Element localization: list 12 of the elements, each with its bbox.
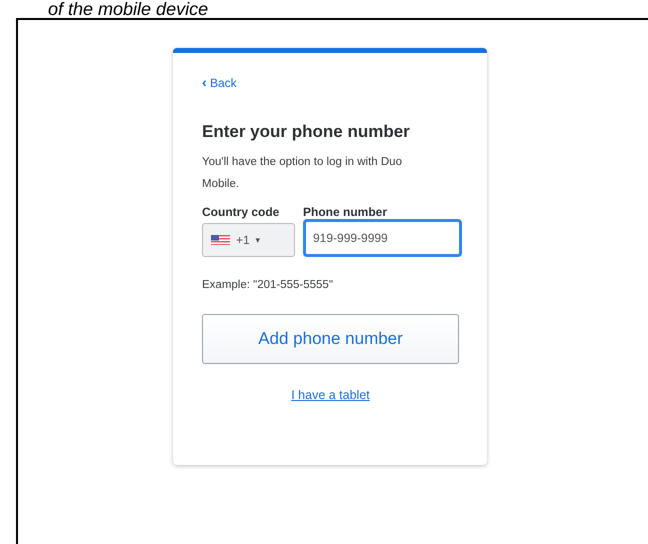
field-label: Country code [202,205,280,219]
caption-text: of the mobile device [47,0,210,18]
field-label: Phone number [303,205,388,219]
flag-icon [211,235,230,245]
country-select[interactable]: +1 ▾ [202,223,295,257]
back-link[interactable]: ‹ Back [202,74,237,90]
example-text: Example: "201-555-5555" [202,279,334,291]
add-phone-button[interactable]: Add phone number [202,314,459,364]
phone-field[interactable]: 919-999-9999 [303,219,462,257]
description-text: You'll have the option to log in with Duo Mobile. [202,155,403,192]
heading: Enter your phone number [202,122,411,142]
tablet-link[interactable]: I have a tablet [291,388,370,402]
